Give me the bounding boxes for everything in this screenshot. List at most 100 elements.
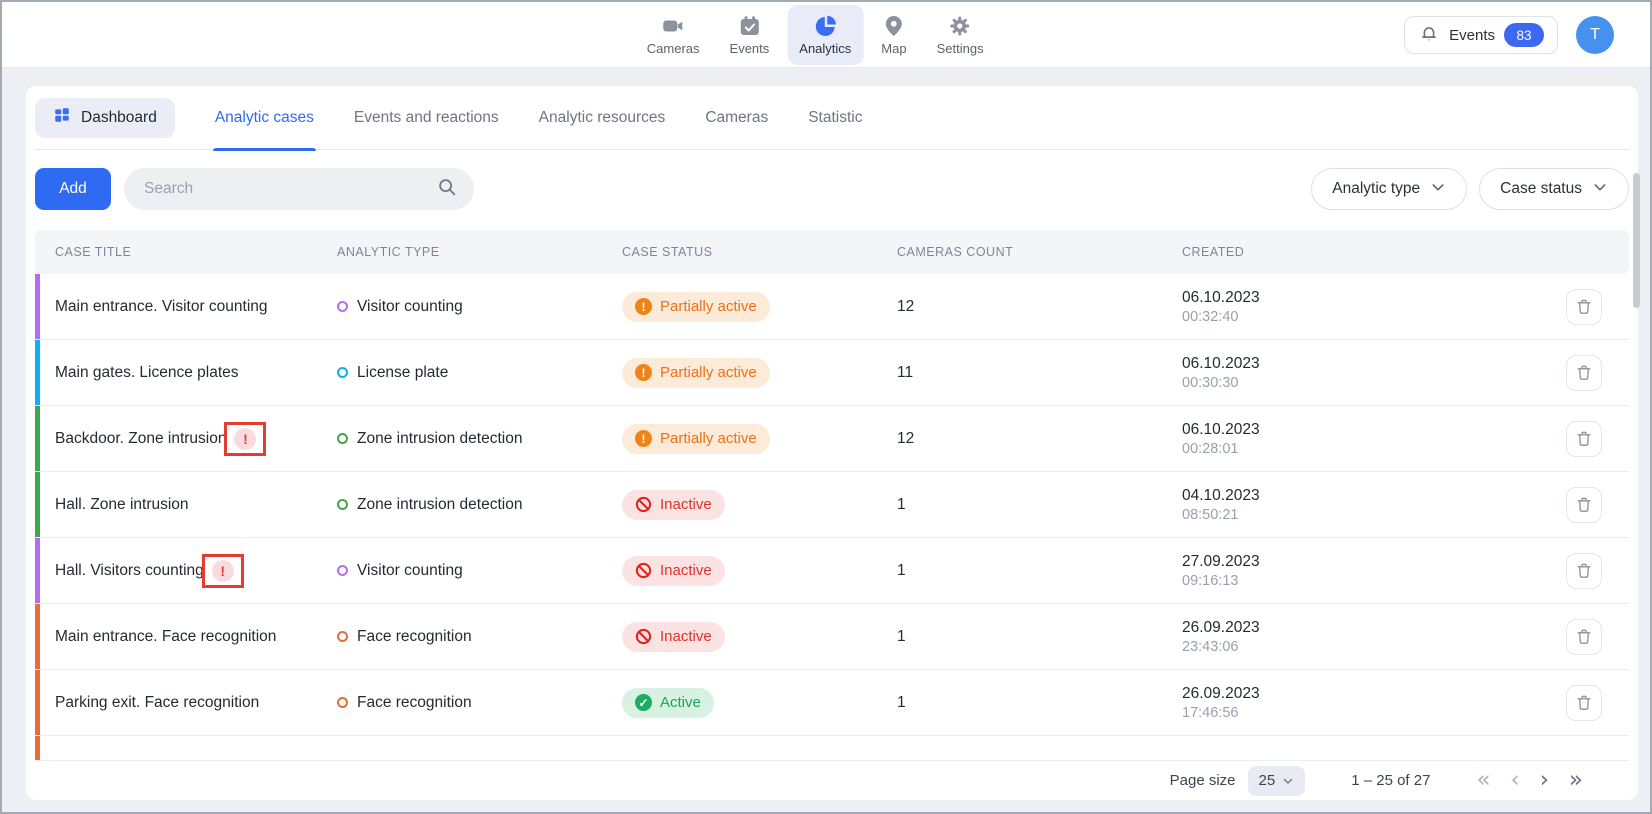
status-badge: Inactive [622,490,725,520]
analytic-type-ring-icon [337,433,348,444]
status-label: Partially active [660,298,757,315]
tab-cameras[interactable]: Cameras [705,86,768,150]
status-badge: Inactive [622,556,725,586]
nav-item-settings[interactable]: Settings [925,5,996,65]
app-window: Cameras Events Ana [0,0,1652,814]
first-page-button[interactable]: « [1476,769,1490,792]
events-count-badge: 83 [1504,23,1544,47]
analytic-type: Zone intrusion detection [357,430,522,448]
column-header-case-title: CASE TITLE [35,245,337,259]
filter-label: Case status [1500,180,1582,198]
created-date: 27.09.2023 [1182,553,1260,571]
tab-analytic-cases[interactable]: Analytic cases [215,86,314,150]
bell-icon [1418,22,1440,49]
tab-dashboard[interactable]: Dashboard [35,98,175,138]
row-color-bar [35,340,40,405]
case-title: Main gates. Licence plates [55,364,239,382]
nav-label: Analytics [799,41,851,56]
delete-case-button[interactable] [1566,619,1602,655]
last-page-button[interactable]: » [1569,769,1583,792]
nav-label: Map [881,41,906,56]
status-badge: Inactive [622,622,725,652]
delete-case-button[interactable] [1566,289,1602,325]
nav-item-cameras[interactable]: Cameras [635,5,712,65]
nav-item-map[interactable]: Map [869,5,918,65]
row-color-bar [35,604,40,669]
table-row[interactable]: Hall. Zone intrusion Zone intrusion dete… [35,472,1629,538]
table-body: Main entrance. Visitor counting Visitor … [35,274,1629,736]
dashboard-grid-icon [53,106,71,129]
case-title: Main entrance. Face recognition [55,628,276,646]
top-bar: Cameras Events Ana [2,2,1650,68]
events-notifications-button[interactable]: Events 83 [1404,16,1558,54]
case-title: Parking exit. Face recognition [55,694,259,712]
analytic-type-ring-icon [337,367,348,378]
table-row[interactable]: Main entrance. Visitor counting Visitor … [35,274,1629,340]
warning-icon: ! [635,430,652,447]
table-row[interactable]: Hall. Visitors counting ! Visitor counti… [35,538,1629,604]
nav-item-analytics[interactable]: Analytics [787,5,863,65]
table-row[interactable]: Parking exit. Face recognition Face reco… [35,670,1629,736]
next-page-button[interactable]: › [1540,769,1549,792]
delete-case-button[interactable] [1566,685,1602,721]
created-time: 17:46:56 [1182,705,1260,721]
tab-analytic-resources[interactable]: Analytic resources [539,86,666,150]
table-row[interactable]: Backdoor. Zone intrusion ! Zone intrusio… [35,406,1629,472]
delete-case-button[interactable] [1566,421,1602,457]
page-size-label: Page size [1170,772,1236,789]
column-header-cameras-count: CAMERAS COUNT [897,245,1182,259]
created-time: 08:50:21 [1182,507,1260,523]
row-color-bar [35,736,40,760]
search-box[interactable] [124,168,474,210]
trash-icon [1574,297,1594,317]
warning-icon: ! [212,560,234,582]
analytic-type-filter[interactable]: Analytic type [1311,168,1467,210]
row-color-bar [35,274,40,339]
created-date: 26.09.2023 [1182,619,1260,637]
delete-case-button[interactable] [1566,355,1602,391]
add-button[interactable]: Add [35,168,111,210]
status-badge: ! Partially active [622,292,770,322]
blocked-icon [635,562,652,579]
cameras-count: 11 [897,364,913,382]
created-date: 06.10.2023 [1182,289,1260,307]
prev-page-button[interactable]: ‹ [1511,769,1520,792]
delete-case-button[interactable] [1566,553,1602,589]
table-row[interactable]: Main entrance. Face recognition Face rec… [35,604,1629,670]
analytic-type: Face recognition [357,694,472,712]
analytic-type: License plate [357,364,448,382]
warning-icon: ! [635,298,652,315]
search-input[interactable] [144,180,436,198]
alert-annotation-box: ! [202,554,244,588]
delete-case-button[interactable] [1566,487,1602,523]
trash-icon [1574,429,1594,449]
toolbar: Add Analytic type Case status [35,168,1629,210]
nav-item-events[interactable]: Events [718,5,782,65]
page-size-select[interactable]: 25 [1248,766,1306,796]
table-row[interactable]: Main gates. Licence plates License plate… [35,340,1629,406]
pagination-range: 1 – 25 of 27 [1351,772,1430,789]
pagination-controls: « ‹ › » [1476,769,1583,792]
analytic-type: Visitor counting [357,298,463,316]
trash-icon [1574,363,1594,383]
cameras-count: 12 [897,298,914,316]
blocked-icon [635,496,652,513]
blocked-icon [635,628,652,645]
case-title: Backdoor. Zone intrusion [55,430,226,448]
analytic-type: Visitor counting [357,562,463,580]
cameras-count: 1 [897,694,906,712]
tab-events-and-reactions[interactable]: Events and reactions [354,86,499,150]
created-time: 23:43:06 [1182,639,1260,655]
created-time: 00:32:40 [1182,309,1260,325]
partially-visible-row[interactable] [35,736,1629,760]
tab-statistic[interactable]: Statistic [808,86,862,150]
analytic-type-ring-icon [337,697,348,708]
analytic-type: Face recognition [357,628,472,646]
case-status-filter[interactable]: Case status [1479,168,1629,210]
user-avatar[interactable]: T [1576,16,1614,54]
vertical-scrollbar-thumb[interactable] [1633,173,1640,308]
search-icon [436,176,458,203]
analytic-type-ring-icon [337,565,348,576]
trash-icon [1574,495,1594,515]
check-icon: ✓ [635,694,652,711]
